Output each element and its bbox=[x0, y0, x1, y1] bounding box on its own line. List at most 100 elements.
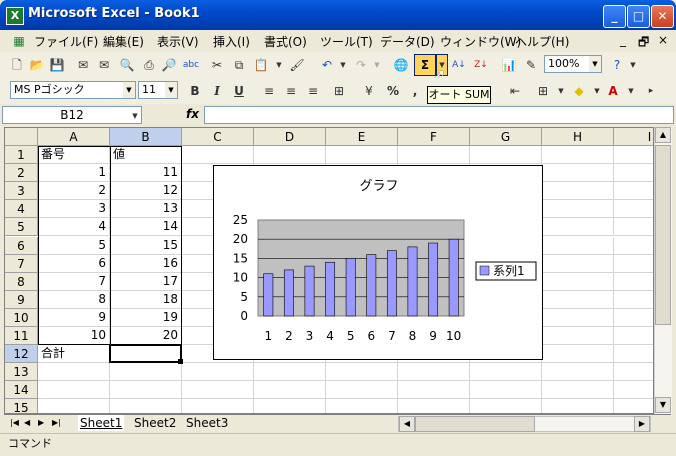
cell-b10[interactable]: 19 bbox=[110, 308, 182, 327]
comma-button[interactable]: , bbox=[406, 82, 424, 100]
bar[interactable] bbox=[283, 269, 294, 317]
sort-descending-icon[interactable]: Z↓ bbox=[472, 56, 490, 74]
cell-f13[interactable] bbox=[398, 363, 470, 382]
cell-e1[interactable] bbox=[326, 146, 398, 165]
cell-f14[interactable] bbox=[398, 381, 470, 400]
cell-b15[interactable] bbox=[110, 399, 182, 413]
cell-b7[interactable]: 16 bbox=[110, 254, 182, 273]
menu-help[interactable]: ヘルプ(H) bbox=[515, 33, 569, 50]
cell-a5[interactable]: 4 bbox=[38, 218, 110, 237]
select-all-corner[interactable] bbox=[5, 128, 38, 146]
bar[interactable] bbox=[448, 238, 459, 317]
formula-input[interactable] bbox=[204, 106, 674, 124]
drawing-icon[interactable]: ✎ bbox=[522, 56, 540, 74]
fill-handle[interactable] bbox=[178, 359, 183, 365]
currency-icon[interactable]: ¥ bbox=[360, 82, 378, 100]
zoom-dropdown-icon[interactable]: ▼ bbox=[589, 56, 601, 72]
prev-sheet-icon[interactable]: ◀ bbox=[22, 415, 32, 431]
menu-data[interactable]: データ(D) bbox=[380, 33, 435, 50]
menu-tools[interactable]: ツール(T) bbox=[320, 33, 373, 50]
cell-i11[interactable] bbox=[614, 327, 653, 346]
cell-f1[interactable] bbox=[398, 146, 470, 165]
row-header-4[interactable]: 4 bbox=[5, 200, 38, 219]
chart[interactable]: グラフ 0 5 10 15 20 25 1 2 3 4 5 6 7 8 9 10 系列1 bbox=[213, 165, 543, 360]
bar[interactable] bbox=[304, 265, 315, 317]
sheet-tab-2[interactable]: Sheet2 bbox=[132, 415, 178, 431]
cell-i5[interactable] bbox=[614, 218, 653, 237]
cell-i2[interactable] bbox=[614, 164, 653, 183]
copy-icon[interactable]: ⧉ bbox=[230, 56, 248, 74]
font-color-dropdown-icon[interactable]: ▼ bbox=[622, 82, 640, 100]
cell-b13[interactable] bbox=[110, 363, 182, 382]
cell-b5[interactable]: 14 bbox=[110, 218, 182, 237]
search-icon[interactable]: 🔍 bbox=[118, 56, 136, 74]
font-size-dropdown-icon[interactable]: ▼ bbox=[165, 82, 177, 98]
cell-i6[interactable] bbox=[614, 237, 653, 255]
doc-close-icon[interactable]: × bbox=[658, 33, 668, 47]
chart-wizard-icon[interactable]: 📊 bbox=[500, 56, 518, 74]
cell-i4[interactable] bbox=[614, 200, 653, 219]
decrease-indent-icon[interactable]: ⇤ bbox=[506, 82, 524, 100]
align-left-icon[interactable]: ≡ bbox=[260, 82, 278, 100]
cell-i8[interactable] bbox=[614, 273, 653, 291]
cell-a8[interactable]: 7 bbox=[38, 272, 110, 291]
menu-view[interactable]: 表示(V) bbox=[157, 33, 199, 50]
cell-a10[interactable]: 9 bbox=[38, 308, 110, 327]
cell-d13[interactable] bbox=[254, 363, 326, 382]
cell-g1[interactable] bbox=[470, 146, 542, 165]
scroll-left-icon[interactable]: ◀ bbox=[399, 416, 415, 432]
horizontal-scrollbar[interactable]: ◀ ▶ bbox=[398, 416, 651, 432]
column-header-h[interactable]: H bbox=[542, 128, 614, 146]
excel-icon[interactable]: X bbox=[6, 7, 24, 25]
cell-h12[interactable] bbox=[542, 345, 614, 364]
cell-a11[interactable]: 10 bbox=[38, 327, 110, 346]
format-painter-icon[interactable]: 🖌 bbox=[288, 56, 306, 74]
cell-h1[interactable] bbox=[542, 146, 614, 165]
cell-a14[interactable] bbox=[38, 381, 110, 400]
borders-dropdown-icon[interactable]: ▼ bbox=[552, 82, 570, 100]
minimize-button[interactable]: _ bbox=[603, 5, 626, 28]
row-header-11[interactable]: 11 bbox=[5, 327, 38, 346]
cell-h7[interactable] bbox=[542, 254, 614, 273]
doc-minimize-icon[interactable]: _ bbox=[620, 33, 626, 47]
column-header-i[interactable]: I bbox=[614, 128, 653, 146]
column-header-d[interactable]: D bbox=[254, 128, 326, 146]
permission-icon[interactable]: ✉ bbox=[74, 56, 92, 74]
cell-e15[interactable] bbox=[326, 399, 398, 413]
cell-b11[interactable]: 20 bbox=[110, 327, 182, 346]
cell-g14[interactable] bbox=[470, 381, 542, 400]
column-header-f[interactable]: F bbox=[398, 128, 470, 146]
bar[interactable] bbox=[366, 254, 377, 317]
cell-a13[interactable] bbox=[38, 363, 110, 382]
cell-a6[interactable]: 5 bbox=[38, 236, 110, 255]
cell-h9[interactable] bbox=[542, 290, 614, 309]
font-name-dropdown-icon[interactable]: ▼ bbox=[123, 82, 135, 98]
bar[interactable] bbox=[407, 246, 418, 317]
sheet-tab-3[interactable]: Sheet3 bbox=[184, 415, 230, 431]
help-dropdown-icon[interactable]: ▼ bbox=[624, 56, 642, 74]
menu-insert[interactable]: 挿入(I) bbox=[213, 33, 250, 50]
row-header-7[interactable]: 7 bbox=[5, 254, 38, 273]
paste-dropdown-icon[interactable]: ▼ bbox=[270, 56, 288, 74]
cut-icon[interactable]: ✂ bbox=[208, 56, 226, 74]
cell-i14[interactable] bbox=[614, 381, 653, 400]
column-header-a[interactable]: A bbox=[38, 128, 110, 146]
column-header-e[interactable]: E bbox=[326, 128, 398, 146]
column-header-g[interactable]: G bbox=[470, 128, 542, 146]
cell-g13[interactable] bbox=[470, 363, 542, 382]
cell-a4[interactable]: 3 bbox=[38, 200, 110, 219]
open-icon[interactable]: 📂 bbox=[28, 56, 46, 74]
new-icon[interactable]: 🗋 bbox=[8, 56, 26, 74]
save-icon[interactable]: 💾 bbox=[48, 56, 66, 74]
bar[interactable] bbox=[386, 250, 397, 317]
cell-c15[interactable] bbox=[182, 399, 254, 413]
hyperlink-icon[interactable]: 🌐 bbox=[392, 56, 410, 74]
underline-button[interactable]: U bbox=[230, 82, 248, 100]
fill-color-icon[interactable]: ◆ bbox=[570, 82, 588, 100]
toolbar-options-icon[interactable]: ▸ bbox=[642, 82, 660, 100]
cell-d14[interactable] bbox=[254, 381, 326, 400]
cell-a1[interactable]: 番号 bbox=[38, 146, 110, 165]
menu-edit[interactable]: 編集(E) bbox=[103, 33, 144, 50]
cell-a3[interactable]: 2 bbox=[38, 182, 110, 201]
cell-h15[interactable] bbox=[542, 399, 614, 413]
